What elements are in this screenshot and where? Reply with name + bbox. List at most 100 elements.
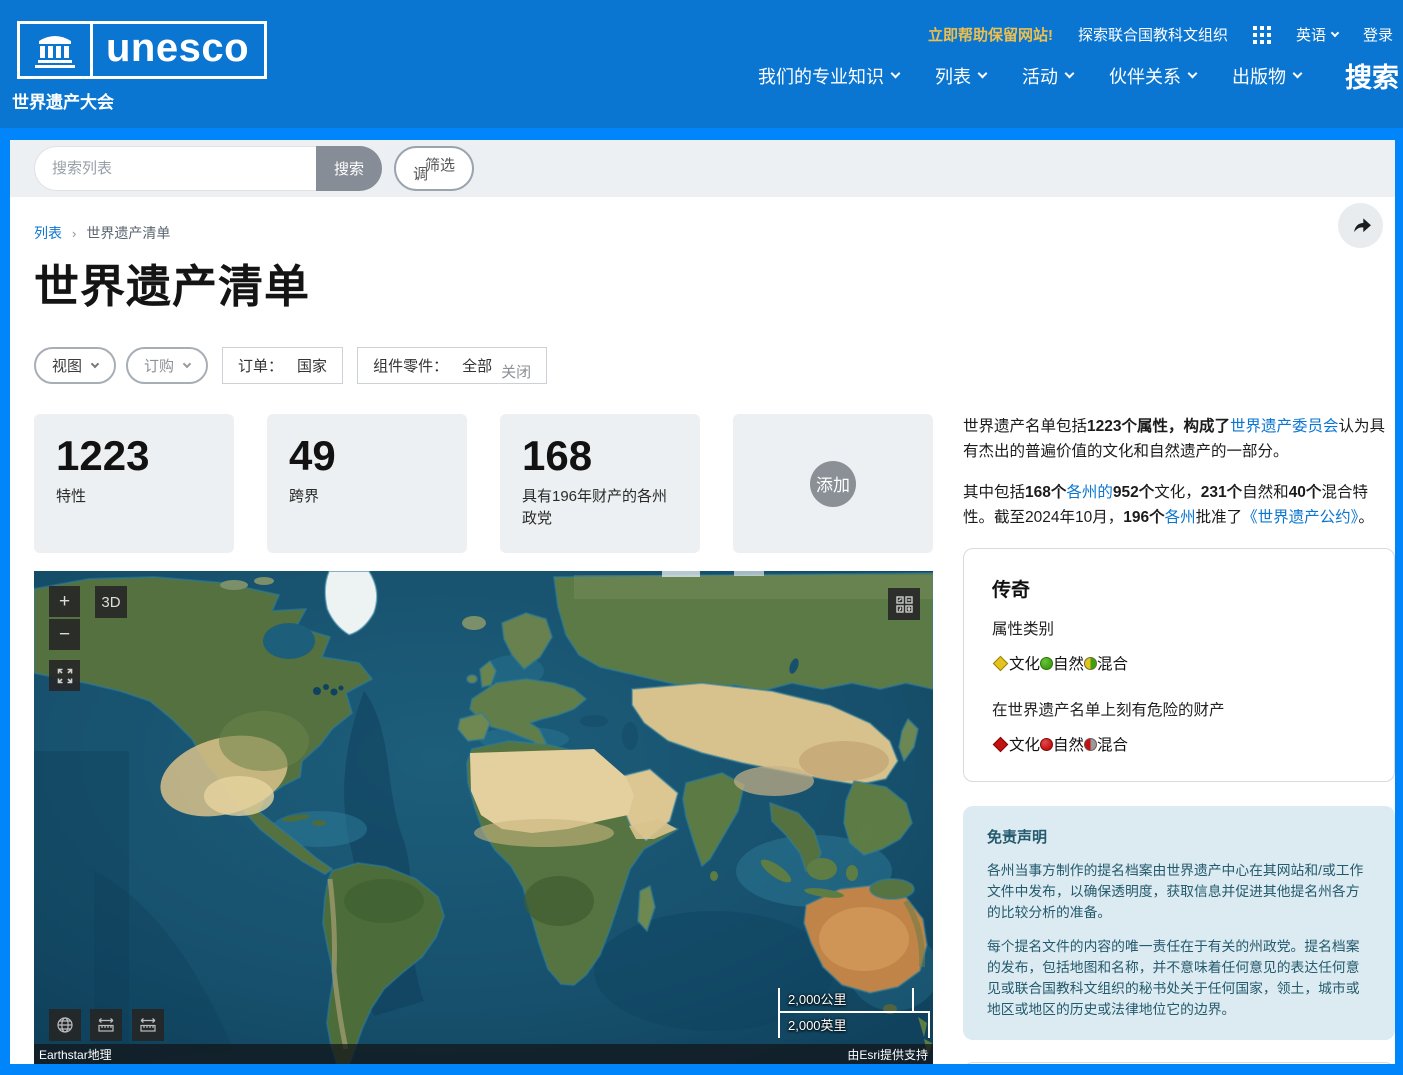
text-segment: 世界遗产名单包括	[963, 418, 1087, 435]
components-filter-chip[interactable]: 组件零件： 全部 关闭	[357, 347, 547, 384]
map-3d-toggle[interactable]: 3D	[95, 586, 127, 618]
utility-help-link[interactable]: 立即帮助保留网站!	[928, 24, 1053, 45]
text-segment: 1223个属性，构成了	[1087, 418, 1230, 435]
stat-card-properties: 1223 特性	[34, 414, 234, 553]
page-title: 世界遗产清单	[34, 261, 1395, 313]
expand-icon	[57, 668, 73, 684]
stat-label: 具有196年财产的各州政党	[522, 486, 682, 530]
ruler-icon	[139, 1017, 157, 1033]
legend-panel: 传奇 属性类别 文化 自然 混合 在世界遗产名单上刻有危险的财产	[963, 548, 1395, 782]
mixed-circle-icon	[1084, 657, 1097, 670]
inline-link[interactable]: 各州的	[1066, 484, 1113, 501]
apps-grid-icon[interactable]	[1253, 26, 1271, 44]
stat-label: 特性	[56, 486, 216, 508]
world-heritage-map[interactable]: + − 3D	[34, 571, 933, 1064]
add-button[interactable]: 添加	[810, 461, 856, 507]
breadcrumb-separator: ›	[72, 226, 76, 241]
inline-link[interactable]: 《世界遗产公约》	[1242, 509, 1358, 526]
text-segment: 自然和	[1242, 484, 1289, 501]
text-segment: 231个	[1201, 484, 1242, 501]
stat-cards: 1223 特性 49 跨界 168 具有196年财产的各州政党 添加	[34, 414, 933, 553]
nav-item-publications[interactable]: 出版物	[1232, 63, 1301, 89]
culture-diamond-icon	[993, 655, 1009, 671]
utility-nav: 立即帮助保留网站! 探索联合国教科文组织 英语 登录	[928, 24, 1393, 45]
legend-group1-label: 属性类别	[992, 617, 1366, 639]
chevron-down-icon	[978, 69, 988, 79]
text-segment: 批准了	[1196, 509, 1243, 526]
disclaimer-panel: 免责声明 各州当事方制作的提名档案由世界遗产中心在其网站和/或工作文件中发布，以…	[963, 806, 1395, 1040]
stat-label: 跨界	[289, 486, 449, 508]
right-column: 世界遗产名单包括1223个属性，构成了世界遗产委员会认为具有杰出的普遍价值的文化…	[963, 414, 1395, 1075]
text-segment: 其中包括	[963, 484, 1025, 501]
nav-item-expertise[interactable]: 我们的专业知识	[758, 63, 899, 89]
scale-kilometers: 2,000公里	[778, 988, 914, 1011]
unesco-logo[interactable]: unesco	[17, 21, 267, 79]
list-search-bar: 搜索 调 筛选	[10, 140, 1395, 197]
attribution-esri[interactable]: 由Esri提供支持	[847, 1046, 928, 1063]
legend-group2-label: 在世界遗产名单上刻有危险的财产	[992, 698, 1366, 720]
legend-group1-row: 文化 自然 混合	[992, 652, 1366, 674]
measure-distance-button[interactable]	[90, 1009, 122, 1041]
chevron-down-icon	[1331, 28, 1339, 36]
globe-projection-button[interactable]	[49, 1009, 81, 1041]
login-link[interactable]: 登录	[1363, 24, 1393, 45]
basemap-grid-icon	[896, 596, 913, 613]
breadcrumb-lists-link[interactable]: 列表	[34, 223, 62, 243]
chevron-down-icon	[1065, 69, 1075, 79]
zoom-in-button[interactable]: +	[49, 586, 80, 617]
chevron-down-icon	[891, 69, 901, 79]
utility-explore-link[interactable]: 探索联合国教科文组织	[1078, 24, 1228, 45]
page: unesco 世界遗产大会 立即帮助保留网站! 探索联合国教科文组织 英语 登录…	[0, 0, 1403, 1075]
text-segment: 文化，	[1154, 484, 1201, 501]
stat-value: 49	[289, 434, 449, 478]
zoom-out-button[interactable]: −	[49, 619, 80, 650]
chip-close-label[interactable]: 关闭	[501, 361, 531, 382]
nav-item-activities[interactable]: 活动	[1022, 63, 1073, 89]
text-segment: 952个	[1113, 484, 1154, 501]
breadcrumb-current: 世界遗产清单	[86, 223, 170, 243]
unesco-temple-icon	[20, 24, 90, 76]
inline-link[interactable]: 世界遗产委员会	[1230, 418, 1339, 435]
chevron-down-icon	[1188, 69, 1198, 79]
content-frame: 搜索 调 筛选 列表 › 世界遗产清单 世界遗产清单 视图	[0, 140, 1403, 1075]
text-segment: 40个	[1289, 484, 1322, 501]
search-button[interactable]: 搜索	[316, 146, 382, 191]
order-dropdown[interactable]: 订购	[126, 347, 208, 384]
legend-title: 传奇	[992, 575, 1366, 602]
nav-item-lists[interactable]: 列表	[935, 63, 986, 89]
language-selector[interactable]: 英语	[1296, 24, 1338, 45]
attribution-source: Earthstar地理	[39, 1046, 112, 1063]
search-input[interactable]	[34, 146, 316, 191]
text-segment: 196个	[1123, 509, 1164, 526]
filters-button[interactable]: 调 筛选	[394, 146, 474, 191]
breadcrumb: 列表 › 世界遗产清单	[34, 223, 1395, 243]
chevron-down-icon	[183, 359, 191, 367]
text-segment: 168个	[1025, 484, 1066, 501]
next-panel-stub	[963, 1062, 1395, 1075]
order-filter-chip[interactable]: 订单： 国家	[222, 347, 343, 384]
header-search-button[interactable]: 搜索	[1345, 56, 1399, 95]
unesco-wordmark: unesco	[90, 24, 264, 76]
scale-miles: 2,000英里	[778, 1011, 930, 1038]
view-dropdown[interactable]: 视图	[34, 347, 116, 384]
stat-card-transboundary: 49 跨界	[267, 414, 467, 553]
basemap-gallery-button[interactable]	[888, 588, 920, 620]
map-scalebar: 2,000公里 2,000英里	[778, 988, 930, 1038]
nav-item-partnerships[interactable]: 伙伴关系	[1109, 63, 1196, 89]
danger-mixed-circle-icon	[1084, 738, 1097, 751]
measure-area-button[interactable]	[132, 1009, 164, 1041]
filter-toolbar: 视图 订购 订单： 国家 组件零件： 全部 关闭	[34, 347, 1395, 384]
intro-paragraph-1: 世界遗产名单包括1223个属性，构成了世界遗产委员会认为具有杰出的普遍价值的文化…	[963, 414, 1395, 464]
fullscreen-button[interactable]	[49, 660, 80, 691]
site-subtitle: 世界遗产大会	[12, 88, 114, 113]
inline-link[interactable]: 各州	[1165, 509, 1196, 526]
stat-value: 168	[522, 434, 682, 478]
main-content: 列表 › 世界遗产清单 世界遗产清单 视图 订购 订单： 国家	[10, 223, 1395, 1075]
intro-paragraph-2: 其中包括168个各州的952个文化，231个自然和40个混合特性。截至2024年…	[963, 480, 1395, 530]
header-accent-strip	[0, 128, 1403, 140]
stat-value: 1223	[56, 434, 216, 478]
chevron-down-icon	[91, 359, 99, 367]
chevron-down-icon	[1293, 69, 1303, 79]
stat-card-add[interactable]: 添加	[733, 414, 933, 553]
nature-circle-icon	[1040, 657, 1053, 670]
